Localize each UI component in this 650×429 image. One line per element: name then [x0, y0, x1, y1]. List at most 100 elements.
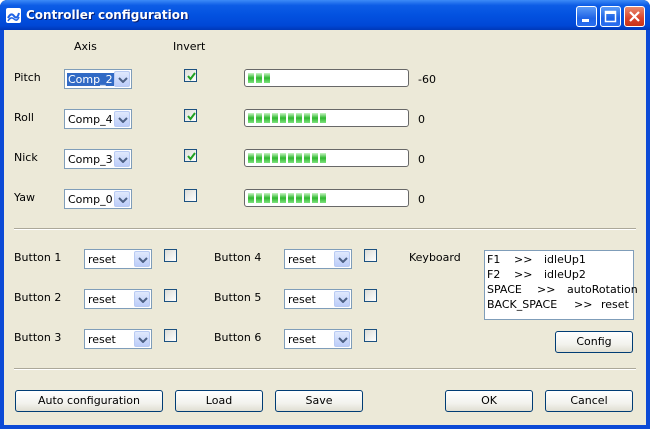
- button-action-combo[interactable]: reset: [284, 249, 352, 269]
- progress-fill: [248, 193, 326, 203]
- key-name: BACK_SPACE: [487, 298, 558, 311]
- progress-segment: [288, 193, 294, 203]
- button-label: Button 2: [14, 291, 62, 304]
- progress-segment: [264, 193, 270, 203]
- mapping-separator: >>: [514, 253, 533, 266]
- button-action-combo[interactable]: reset: [84, 329, 152, 349]
- mapping-separator: >>: [574, 298, 593, 311]
- progress-segment: [256, 73, 262, 83]
- mapping-separator: >>: [514, 268, 533, 281]
- progress-segment: [280, 153, 286, 163]
- save-button[interactable]: Save: [275, 390, 363, 412]
- axis-combo[interactable]: Comp_3: [64, 149, 132, 169]
- chevron-down-icon: [138, 337, 148, 343]
- invert-checkbox[interactable]: [184, 189, 197, 202]
- button-action-value: reset: [88, 293, 116, 306]
- progress-fill: [248, 113, 326, 123]
- progress-segment: [320, 113, 326, 123]
- maximize-button[interactable]: [600, 6, 621, 27]
- close-icon: [629, 11, 640, 22]
- button-action-combo[interactable]: reset: [284, 289, 352, 309]
- button-action-combo[interactable]: reset: [284, 329, 352, 349]
- progress-segment: [296, 113, 302, 123]
- axis-header: Axis: [74, 40, 97, 53]
- dropdown-arrow[interactable]: [114, 151, 130, 167]
- minimize-button[interactable]: [576, 6, 597, 27]
- button-checkbox[interactable]: [364, 249, 377, 262]
- invert-checkbox[interactable]: [184, 69, 197, 82]
- button-action-combo[interactable]: reset: [84, 289, 152, 309]
- axis-combo[interactable]: Comp_4: [64, 109, 132, 129]
- close-button[interactable]: [624, 6, 645, 27]
- progress-segment: [304, 193, 310, 203]
- axis-label: Pitch: [14, 71, 41, 84]
- axis-combo[interactable]: Comp_0: [64, 189, 132, 209]
- button-action-value: reset: [288, 253, 316, 266]
- dropdown-arrow[interactable]: [334, 331, 350, 347]
- progress-segment: [312, 153, 318, 163]
- minimize-icon: [582, 19, 589, 22]
- chevron-down-icon: [338, 337, 348, 343]
- button-checkbox[interactable]: [164, 289, 177, 302]
- button-label: Button 5: [214, 291, 262, 304]
- invert-header: Invert: [173, 40, 206, 53]
- key-action: idleUp2: [544, 268, 586, 281]
- keyboard-mapping-list[interactable]: F1 >> idleUp1 F2 >> idleUp2 SPACE >> aut…: [484, 250, 638, 320]
- progress-segment: [248, 193, 254, 203]
- dropdown-arrow[interactable]: [334, 251, 350, 267]
- dropdown-arrow[interactable]: [334, 291, 350, 307]
- dropdown-arrow[interactable]: [114, 71, 130, 87]
- button-checkbox[interactable]: [364, 289, 377, 302]
- button-checkbox[interactable]: [164, 249, 177, 262]
- progress-segment: [312, 193, 318, 203]
- button-label: Button 3: [14, 331, 62, 344]
- invert-checkbox[interactable]: [184, 149, 197, 162]
- key-action: idleUp1: [544, 253, 586, 266]
- dropdown-arrow[interactable]: [134, 251, 150, 267]
- chevron-down-icon: [118, 77, 128, 83]
- maximize-icon: [604, 10, 617, 23]
- button-checkbox[interactable]: [364, 329, 377, 342]
- progress-segment: [264, 153, 270, 163]
- progress-segment: [288, 153, 294, 163]
- separator: [14, 228, 636, 230]
- dropdown-arrow[interactable]: [114, 191, 130, 207]
- button-action-value: reset: [288, 293, 316, 306]
- chevron-down-icon: [138, 297, 148, 303]
- dropdown-arrow[interactable]: [134, 331, 150, 347]
- config-button[interactable]: Config: [555, 331, 633, 353]
- button-action-value: reset: [88, 253, 116, 266]
- auto-configuration-button[interactable]: Auto configuration: [15, 390, 163, 412]
- progress-segment: [256, 153, 262, 163]
- progress-segment: [248, 113, 254, 123]
- chevron-down-icon: [138, 257, 148, 263]
- title-bar[interactable]: Controller configuration: [0, 0, 650, 30]
- app-icon: [6, 8, 21, 23]
- button-action-combo[interactable]: reset: [84, 249, 152, 269]
- load-button[interactable]: Load: [175, 390, 263, 412]
- progress-segment: [304, 153, 310, 163]
- axis-value: 0: [418, 113, 425, 126]
- chevron-down-icon: [118, 117, 128, 123]
- dialog-body: Axis Invert Pitch Comp_2 -60 Roll Comp_4: [4, 30, 646, 425]
- button-label: Button 6: [214, 331, 262, 344]
- button-checkbox[interactable]: [164, 329, 177, 342]
- progress-segment: [280, 113, 286, 123]
- chevron-down-icon: [118, 157, 128, 163]
- separator: [14, 368, 636, 370]
- progress-segment: [304, 113, 310, 123]
- invert-checkbox[interactable]: [184, 109, 197, 122]
- chevron-down-icon: [338, 257, 348, 263]
- button-action-value: reset: [288, 333, 316, 346]
- axis-combo-value: Comp_4: [68, 113, 113, 126]
- button-label: Button 4: [214, 251, 262, 264]
- dropdown-arrow[interactable]: [114, 111, 130, 127]
- progress-segment: [296, 153, 302, 163]
- progress-segment: [248, 73, 254, 83]
- axis-value: -60: [418, 73, 436, 86]
- cancel-button[interactable]: Cancel: [545, 390, 633, 412]
- axis-combo[interactable]: Comp_2: [64, 69, 132, 89]
- dropdown-arrow[interactable]: [134, 291, 150, 307]
- progress-segment: [256, 193, 262, 203]
- ok-button[interactable]: OK: [445, 390, 533, 412]
